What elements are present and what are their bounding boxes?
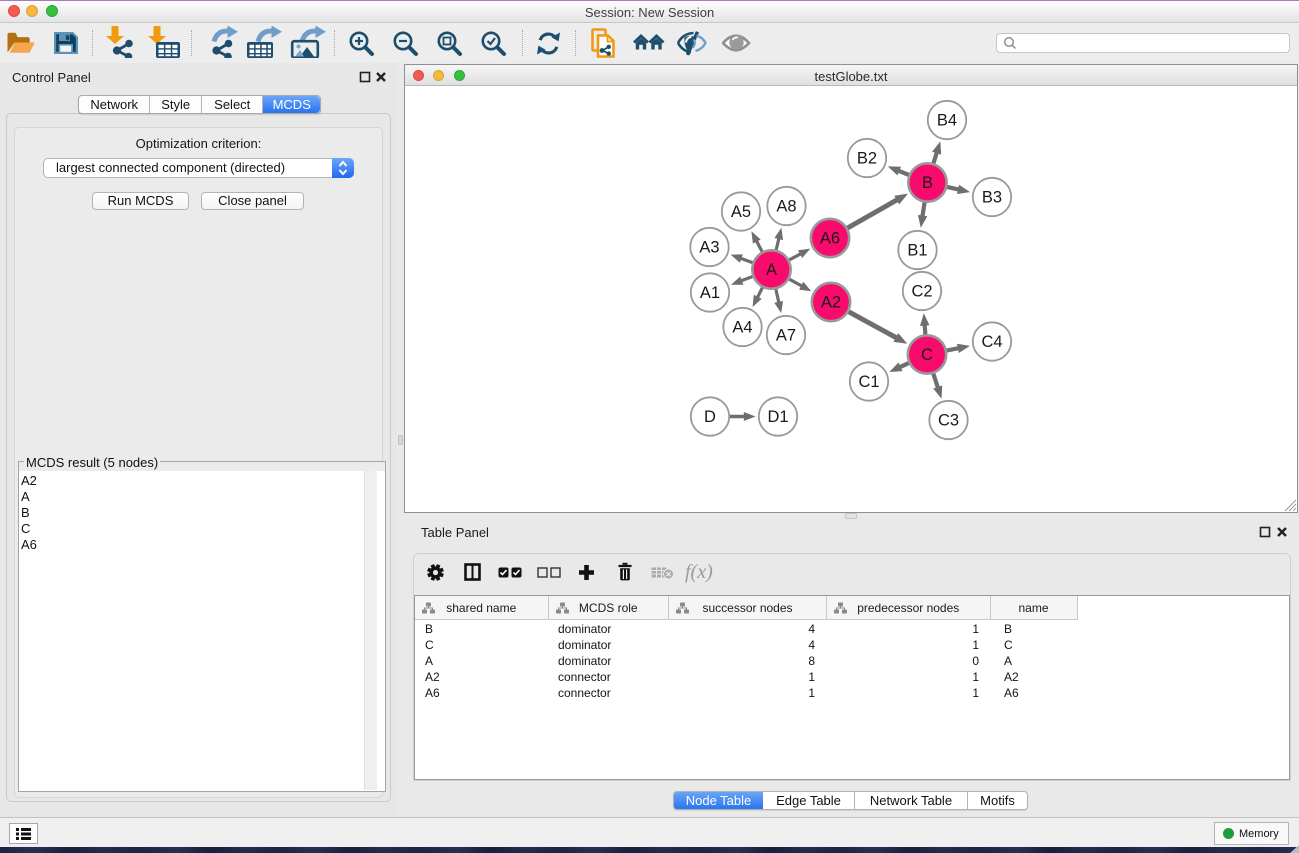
svg-text:C: C xyxy=(921,346,933,364)
svg-text:B2: B2 xyxy=(857,150,877,168)
svg-text:C4: C4 xyxy=(981,333,1002,351)
svg-text:A6: A6 xyxy=(820,230,840,248)
svg-text:B3: B3 xyxy=(982,189,1002,207)
svg-text:B4: B4 xyxy=(937,112,957,130)
svg-text:B1: B1 xyxy=(907,242,927,260)
svg-text:A2: A2 xyxy=(821,294,841,312)
svg-text:B: B xyxy=(922,174,933,192)
svg-text:A8: A8 xyxy=(776,198,796,216)
svg-text:D1: D1 xyxy=(767,408,788,426)
svg-text:A1: A1 xyxy=(700,284,720,302)
svg-text:A7: A7 xyxy=(776,327,796,345)
svg-text:A3: A3 xyxy=(699,239,719,257)
svg-text:A4: A4 xyxy=(732,319,752,337)
svg-text:D: D xyxy=(704,408,716,426)
svg-text:A5: A5 xyxy=(731,203,751,221)
svg-text:C2: C2 xyxy=(911,283,932,301)
svg-text:C1: C1 xyxy=(858,373,879,391)
svg-text:A: A xyxy=(766,261,777,279)
svg-text:C3: C3 xyxy=(938,412,959,430)
